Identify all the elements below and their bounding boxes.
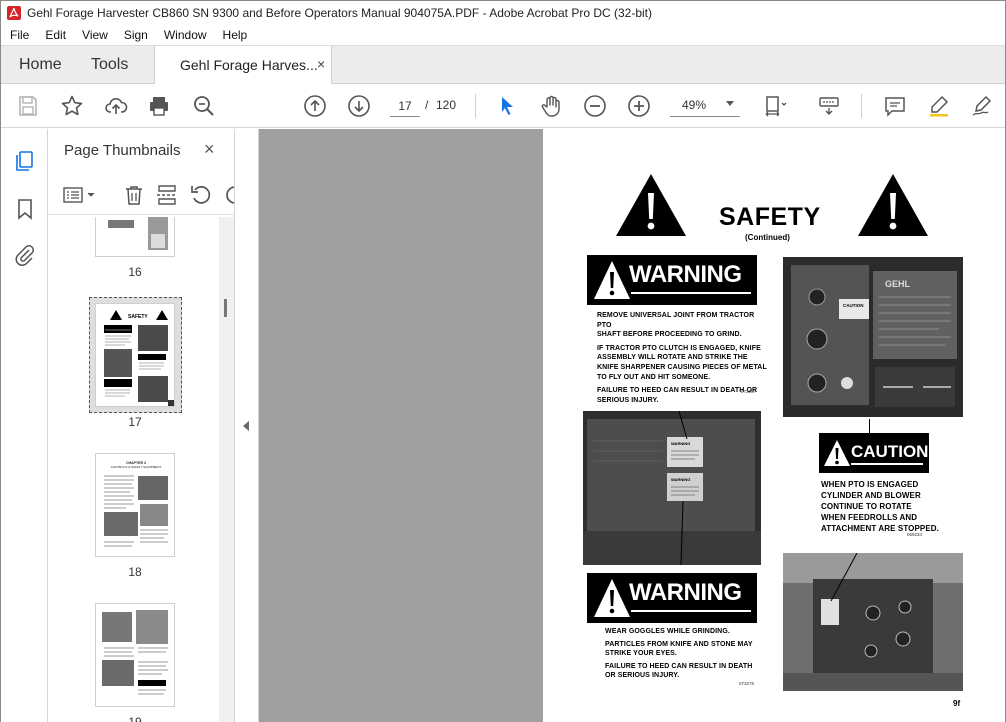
delete-page-trash-icon[interactable]: [122, 183, 146, 207]
select-cursor-icon[interactable]: [495, 94, 519, 118]
warning-triangle-icon: [594, 261, 630, 299]
caution-text: WHEN PTO IS ENGAGED CYLINDER AND BLOWER …: [821, 480, 940, 533]
warning-triangle-icon: [594, 579, 630, 617]
tabs-bar: Home Tools Gehl Forage Harves... ×: [1, 45, 1005, 85]
thumbnail-label-16: 16: [128, 265, 142, 279]
next-page-icon[interactable]: [347, 94, 371, 118]
thumbnail-page-17[interactable]: SAFETY: [95, 303, 175, 407]
tab-document[interactable]: Gehl Forage Harves... ×: [154, 46, 332, 85]
warning-2-heading: WARNING: [629, 579, 742, 606]
thumbnail-label-18: 18: [128, 565, 142, 579]
menu-help[interactable]: Help: [214, 28, 255, 42]
callout-line: [869, 419, 870, 433]
warning-2-text: WEAR GOGGLES WHILE GRINDING. PARTICLES F…: [605, 628, 753, 680]
warning-label-2: WARNING: [587, 573, 757, 623]
insert-page-icon[interactable]: [155, 183, 179, 207]
photo-brand-label: GEHL: [885, 279, 911, 289]
rotate-page-icon[interactable]: [189, 183, 213, 207]
upload-cloud-icon[interactable]: [104, 94, 128, 118]
photo-caution-sticker: CAUTION: [843, 303, 864, 308]
acrobat-logo-icon: [7, 6, 21, 20]
close-panel-icon[interactable]: ×: [204, 139, 215, 160]
menu-file[interactable]: File: [1, 28, 36, 42]
collapse-panel-arrow-icon[interactable]: [243, 421, 249, 431]
toolbar-divider: [861, 94, 862, 118]
bookmarks-icon[interactable]: [13, 197, 37, 221]
tab-home[interactable]: Home: [19, 56, 62, 74]
warning-1-code: 073257: [741, 389, 757, 394]
pdf-page: SAFETY (Continued) WARNING REMOVE UNIVER…: [543, 129, 1005, 722]
print-icon[interactable]: [147, 94, 171, 118]
tab-document-label: Gehl Forage Harves...: [180, 57, 318, 73]
zoom-in-icon[interactable]: [627, 94, 651, 118]
draw-sign-icon[interactable]: [970, 94, 994, 118]
more-options-icon[interactable]: [223, 183, 234, 207]
page-subheading: (Continued): [745, 233, 790, 242]
caution-heading: CAUTION: [851, 442, 929, 461]
close-tab-icon[interactable]: ×: [317, 56, 325, 72]
menu-view[interactable]: View: [73, 28, 115, 42]
panel-title: Page Thumbnails: [64, 142, 181, 159]
warning-triangle-icon: [858, 174, 928, 236]
thumbnail-label-19: 19: [128, 715, 142, 722]
gearbox-photo: [783, 553, 963, 691]
zoom-dropdown-caret-icon[interactable]: [726, 101, 734, 106]
page-heading: SAFETY: [719, 203, 821, 231]
highlight-pen-icon[interactable]: [927, 94, 951, 118]
menu-bar: File Edit View Sign Window Help: [1, 25, 1005, 45]
thumbnail-options-icon[interactable]: [62, 183, 98, 207]
window-title: Gehl Forage Harvester CB860 SN 9300 and …: [27, 6, 652, 20]
thumbnail-page-16[interactable]: [95, 217, 175, 257]
zoom-out-icon[interactable]: [583, 94, 607, 118]
thumbnail-page-18[interactable]: CHAPTER 3 CONTROLS & SAFETY EQUIPMENT: [95, 453, 175, 557]
caution-code: 069234: [907, 532, 923, 537]
panel-splitter[interactable]: [235, 129, 259, 722]
thumbnail-17-title: SAFETY: [128, 314, 148, 320]
main-toolbar: / 120 49%: [1, 84, 1005, 128]
warning-triangle-icon: [824, 440, 850, 466]
control-panel-photo: GEHL CAUTION: [783, 257, 963, 417]
zoom-value: 49%: [682, 98, 707, 112]
page-fit-icon[interactable]: [763, 94, 787, 118]
warning-triangle-icon: [616, 174, 686, 236]
toolbar-divider: [475, 94, 476, 118]
menu-edit[interactable]: Edit: [36, 28, 73, 42]
caution-label: CAUTION: [819, 433, 929, 473]
menu-window[interactable]: Window: [155, 28, 214, 42]
warning-2-code: 073276: [739, 681, 755, 686]
page-thumbnails-icon[interactable]: [13, 149, 37, 173]
current-page-input[interactable]: [390, 95, 420, 117]
warning-1-heading: WARNING: [629, 261, 742, 288]
thumbnail-page-19[interactable]: [95, 603, 175, 707]
thumbnails-toolbar: [48, 175, 234, 215]
star-bookmark-icon[interactable]: [60, 94, 84, 118]
menu-sign[interactable]: Sign: [115, 28, 155, 42]
previous-page-icon[interactable]: [303, 94, 327, 118]
thumbnail-18-subtitle: CONTROLS & SAFETY EQUIPMENT: [111, 465, 162, 469]
photo-warning-sticker-1: WARNING: [671, 441, 690, 446]
attachments-paperclip-icon[interactable]: [13, 243, 37, 267]
comment-icon[interactable]: [883, 94, 907, 118]
photo-warning-sticker-2: WARNING: [671, 477, 690, 482]
tab-tools[interactable]: Tools: [91, 56, 128, 74]
navigation-rail: [1, 129, 48, 722]
keyboard-scroll-icon[interactable]: [817, 94, 841, 118]
thumbnail-scrollbar[interactable]: [219, 217, 234, 722]
page-separator: /: [425, 98, 429, 112]
page-number: 9f: [953, 699, 961, 708]
search-zoom-icon[interactable]: [192, 94, 216, 118]
title-bar: Gehl Forage Harvester CB860 SN 9300 and …: [1, 1, 1005, 25]
save-icon[interactable]: [16, 94, 40, 118]
total-pages: 120: [436, 98, 457, 112]
warning-label-1: WARNING: [587, 255, 757, 305]
hand-tool-icon[interactable]: [539, 94, 563, 118]
knife-housing-photo: WARNING WARNING: [583, 411, 761, 565]
thumbnail-list: 16 SAFETY 17 CHAPTER 3 CONTROLS & SAFETY…: [48, 217, 218, 722]
document-view[interactable]: SAFETY (Continued) WARNING REMOVE UNIVER…: [259, 129, 1005, 722]
thumbnail-scroll-thumb[interactable]: [224, 299, 227, 317]
thumbnail-label-17: 17: [128, 415, 142, 429]
page-thumbnails-panel: Page Thumbnails × 16 SAFETY 17 CHAPTER 3…: [48, 129, 235, 722]
